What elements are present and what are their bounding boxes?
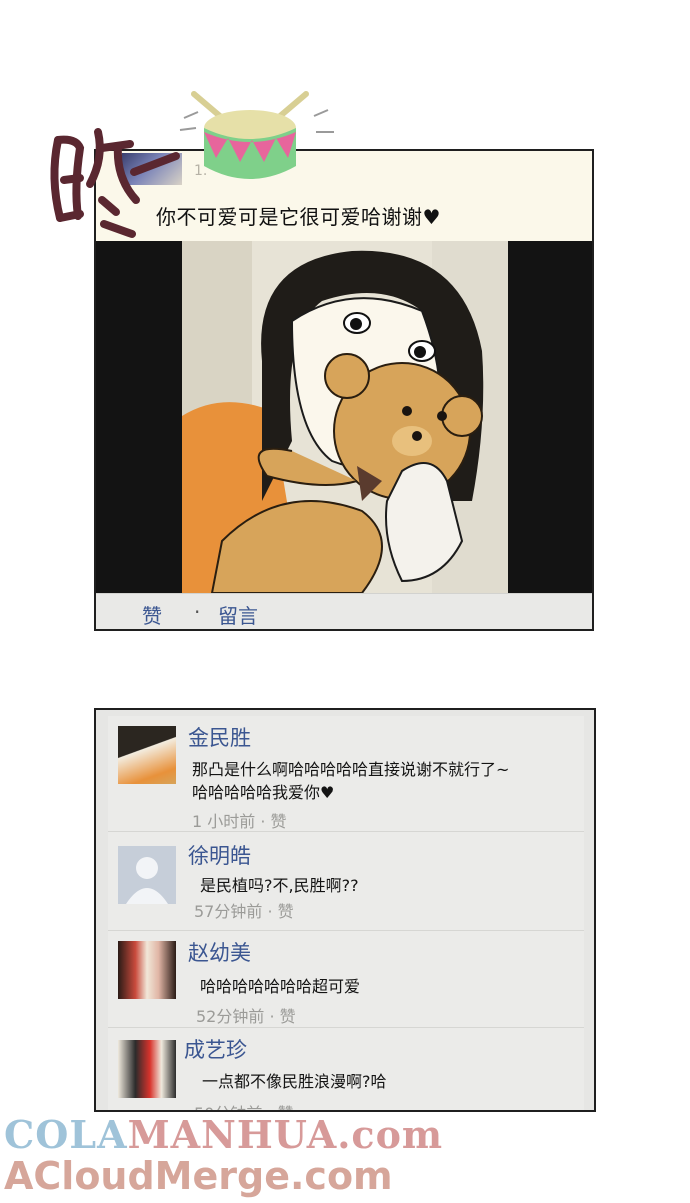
- watermark-part-b: MANHUA.com: [127, 1112, 444, 1157]
- comment-avatar[interactable]: [118, 1040, 176, 1098]
- action-separator: ·: [194, 600, 201, 624]
- comment-button[interactable]: 留言: [218, 600, 258, 629]
- comment-text-line: 哈哈哈哈哈我爱你♥: [192, 783, 335, 802]
- comments-panel: 金民胜 那凸是什么啊哈哈哈哈哈直接说谢不就行了~ 哈哈哈哈哈我爱你♥ 1 小时前…: [94, 708, 596, 1112]
- comment-author[interactable]: 赵幼美: [188, 937, 251, 967]
- comment-text-line: 一点都不像民胜浪漫啊?哈: [202, 1072, 387, 1091]
- comment-text-line: 那凸是什么啊哈哈哈哈哈直接说谢不就行了~: [192, 760, 510, 779]
- comment-item: 赵幼美 哈哈哈哈哈哈哈超可爱 52分钟前 · 赞: [108, 931, 584, 1028]
- comment-meta[interactable]: 52分钟前 · 赞: [196, 1003, 296, 1027]
- girl-with-teddy-bear-illustration: [182, 241, 508, 593]
- comment-author[interactable]: 金民胜: [188, 722, 251, 752]
- default-user-avatar-icon[interactable]: [118, 846, 176, 904]
- comment-meta[interactable]: 50分钟前 · 赞: [194, 1100, 294, 1110]
- comment-item: 成艺珍 一点都不像民胜浪漫啊?哈 50分钟前 · 赞: [108, 1028, 584, 1110]
- drum-icon: [179, 91, 334, 179]
- watermark-line-1: COLAMANHUA.com: [4, 1112, 443, 1157]
- comment-avatar[interactable]: [118, 726, 176, 784]
- comment-meta[interactable]: 57分钟前 · 赞: [194, 898, 294, 922]
- post-photo[interactable]: [96, 241, 592, 593]
- watermark-part-a: COLA: [4, 1112, 128, 1157]
- like-button[interactable]: 赞: [142, 600, 162, 629]
- comment-text-line: 哈哈哈哈哈哈哈超可爱: [200, 977, 361, 996]
- comment-item: 徐明皓 是民植吗?不,民胜啊?? 57分钟前 · 赞: [108, 832, 584, 931]
- comment-author[interactable]: 成艺珍: [184, 1034, 247, 1064]
- comment-meta[interactable]: 1 小时前 · 赞: [192, 808, 287, 832]
- comment-item: 金民胜 那凸是什么啊哈哈哈哈哈直接说谢不就行了~ 哈哈哈哈哈我爱你♥ 1 小时前…: [108, 716, 584, 832]
- comment-text-line: 是民植吗?不,民胜啊??: [200, 876, 359, 895]
- post-action-bar: 赞 · 留言: [96, 593, 592, 629]
- drum-sound-effect: [50, 91, 334, 238]
- comment-avatar[interactable]: [118, 941, 176, 999]
- comment-author[interactable]: 徐明皓: [188, 840, 251, 870]
- watermark-line-2: ACloudMerge.com: [4, 1154, 393, 1198]
- dong-sfx-text: [50, 128, 180, 238]
